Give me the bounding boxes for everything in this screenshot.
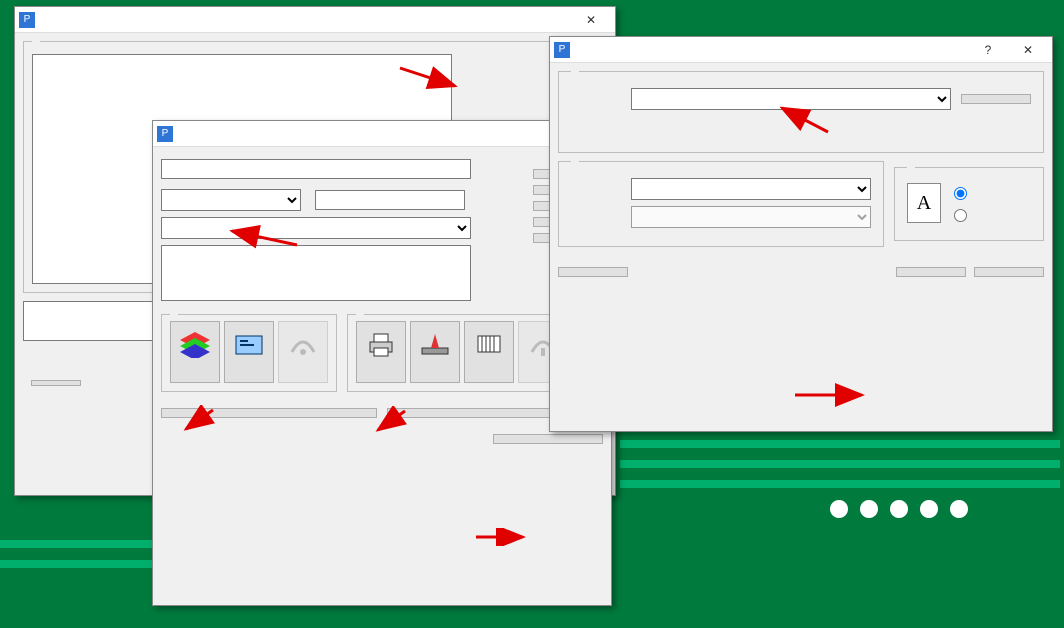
layers-icon: [175, 326, 215, 362]
film-icon: [469, 326, 509, 362]
pen-device-button[interactable]: [410, 321, 460, 383]
doc-name-input[interactable]: [161, 159, 471, 179]
close-icon[interactable]: ✕: [1008, 38, 1048, 62]
cancel-button[interactable]: [974, 267, 1044, 277]
orientation-group: A: [894, 167, 1044, 241]
app-icon: P: [19, 12, 35, 28]
printer-group: [558, 71, 1044, 153]
options-icon: [229, 326, 269, 362]
app-icon: P: [554, 42, 570, 58]
print-setup-dialog: P ? ✕: [549, 36, 1053, 432]
orientation-icon: A: [907, 183, 941, 223]
ok-button[interactable]: [896, 267, 966, 277]
printer-name-select[interactable]: [631, 88, 951, 110]
paper-group: [558, 161, 884, 247]
titlebar[interactable]: P ✕: [15, 7, 615, 33]
doc-type-select[interactable]: [161, 189, 301, 211]
help-icon[interactable]: ?: [968, 38, 1008, 62]
cam-dir-button[interactable]: [31, 380, 81, 386]
app-icon: P: [157, 126, 173, 142]
paper-source-select: [631, 206, 871, 228]
portrait-radio[interactable]: [949, 184, 976, 200]
plotter-icon: [415, 326, 455, 362]
save-default-button[interactable]: [493, 434, 603, 444]
output-file-input: [315, 190, 465, 210]
printer-properties-button[interactable]: [961, 94, 1031, 104]
network-button[interactable]: [558, 267, 628, 277]
add-document-dialog: P ✕: [152, 120, 612, 606]
titlebar[interactable]: P ✕: [153, 121, 611, 147]
assembly-button: [278, 321, 328, 383]
titlebar[interactable]: P ? ✕: [550, 37, 1052, 63]
options-button[interactable]: [224, 321, 274, 383]
custom-doc-group: [161, 314, 337, 392]
photo-device-button[interactable]: [464, 321, 514, 383]
printer-icon: [361, 326, 401, 362]
preview-select-button[interactable]: [161, 408, 377, 418]
close-icon[interactable]: ✕: [571, 8, 611, 32]
paper-size-select[interactable]: [631, 178, 871, 200]
mfglayer-select[interactable]: [161, 217, 471, 239]
layers-button[interactable]: [170, 321, 220, 383]
landscape-radio[interactable]: [949, 206, 976, 222]
print-device-button[interactable]: [356, 321, 406, 383]
summary-textarea[interactable]: [161, 245, 471, 301]
assembly-icon: [283, 326, 323, 362]
